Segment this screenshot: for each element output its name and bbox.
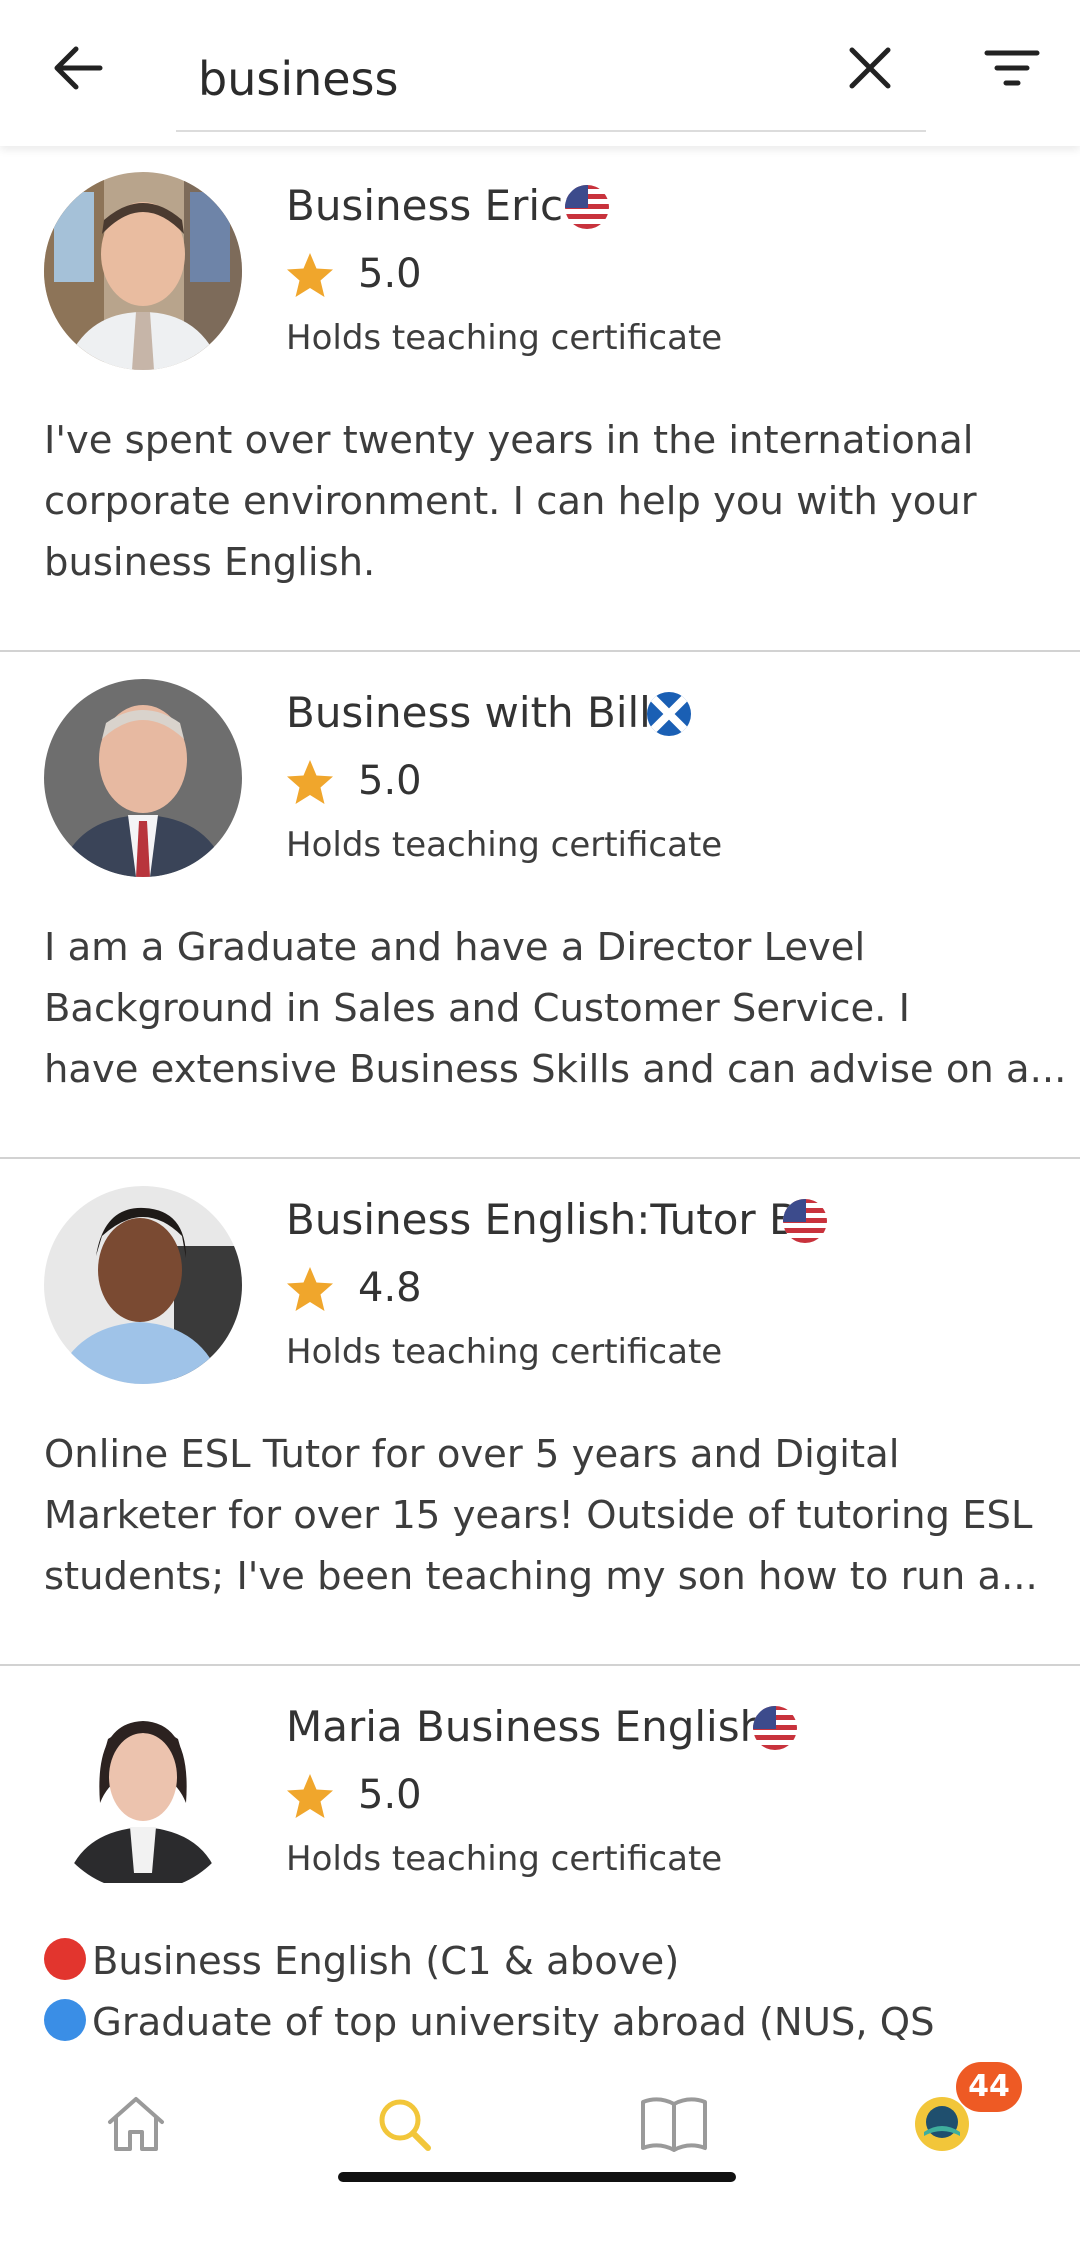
certificate-label: Holds teaching certificate	[286, 318, 723, 358]
bottom-nav: 44	[0, 2042, 1080, 2242]
us-flag-icon	[753, 1706, 797, 1750]
tutor-search-screen: Business Eric 5.0 Holds teaching certifi…	[0, 0, 1080, 2242]
tutor-card[interactable]: Business with Bill 5.0 Holds teaching ce…	[0, 653, 1080, 1159]
nav-library[interactable]	[632, 2082, 716, 2166]
arrow-left-icon	[54, 46, 103, 90]
search-field[interactable]	[176, 22, 926, 132]
bio-line: have extensive Business Skills and can a…	[44, 1047, 1067, 1092]
filter-button[interactable]	[976, 34, 1048, 102]
avatar	[44, 1186, 242, 1384]
star-icon	[287, 253, 333, 297]
us-flag-icon	[783, 1199, 827, 1243]
avatar	[44, 172, 242, 370]
scotland-flag-icon	[647, 692, 691, 736]
blue-circle-icon	[44, 1999, 86, 2041]
tutor-name: Business Eric	[286, 181, 564, 230]
tutor-bio: I am a Graduate and have a Director Leve…	[44, 917, 1067, 1100]
bio-line: Background in Sales and Customer Service…	[44, 986, 911, 1031]
rating-value: 4.8	[358, 1265, 422, 1311]
back-button[interactable]	[44, 34, 112, 102]
certificate-label: Holds teaching certificate	[286, 825, 723, 865]
home-indicator	[338, 2172, 736, 2182]
tutor-name: Maria Business English	[286, 1702, 767, 1751]
star-icon	[287, 1267, 333, 1311]
us-flag-icon	[565, 185, 609, 229]
tutor-card[interactable]: Maria Business English 5.0 Holds teachin…	[0, 1667, 1080, 2042]
bio-line: I am a Graduate and have a Director Leve…	[44, 925, 866, 970]
rating-value: 5.0	[358, 758, 422, 804]
bio-line: corporate environment. I can help you wi…	[44, 479, 977, 524]
bio-line: students; I've been teaching my son how …	[44, 1554, 1038, 1599]
book-icon	[641, 2097, 707, 2152]
filter-icon	[984, 50, 1040, 86]
bio-line: Online ESL Tutor for over 5 years and Di…	[44, 1432, 900, 1477]
bio-line: Business English (C1 & above)	[44, 1931, 1044, 1992]
avatar	[44, 679, 242, 877]
tutor-card[interactable]: Business Eric 5.0 Holds teaching certifi…	[0, 146, 1080, 652]
home-icon	[108, 2097, 164, 2151]
rating-value: 5.0	[358, 251, 422, 297]
tutor-bio: Online ESL Tutor for over 5 years and Di…	[44, 1424, 1044, 1607]
nav-search[interactable]	[362, 2082, 446, 2166]
rating-value: 5.0	[358, 1772, 422, 1818]
star-icon	[287, 760, 333, 804]
bio-line: Marketer for over 15 years! Outside of t…	[44, 1493, 1033, 1538]
close-icon	[849, 47, 891, 89]
bio-text: Graduate of top university abroad (NUS, …	[92, 2000, 935, 2042]
clear-search-button[interactable]	[836, 34, 904, 102]
certificate-label: Holds teaching certificate	[286, 1839, 723, 1879]
bio-line: business English.	[44, 540, 376, 585]
star-icon	[287, 1774, 333, 1818]
bio-text: Business English (C1 & above)	[92, 1939, 680, 1984]
tutor-bio: Business English (C1 & above) Graduate o…	[44, 1931, 1044, 2042]
bio-line: I've spent over twenty years in the inte…	[44, 418, 974, 463]
avatar	[44, 1693, 242, 1891]
tutor-bio: I've spent over twenty years in the inte…	[44, 410, 1044, 593]
tutor-name: Business English:Tutor B	[286, 1195, 798, 1244]
tutor-card[interactable]: Business English:Tutor B 4.8 Holds teach…	[0, 1160, 1080, 1666]
search-input[interactable]	[198, 48, 798, 110]
notification-badge: 44	[956, 2062, 1022, 2112]
search-header	[0, 0, 1080, 146]
red-circle-icon	[44, 1938, 86, 1980]
tutor-name: Business with Bill	[286, 688, 651, 737]
tutor-results-list[interactable]: Business Eric 5.0 Holds teaching certifi…	[0, 146, 1080, 2042]
certificate-label: Holds teaching certificate	[286, 1332, 723, 1372]
search-icon	[379, 2099, 431, 2151]
bio-line: Graduate of top university abroad (NUS, …	[44, 1992, 1044, 2042]
nav-home[interactable]	[94, 2082, 178, 2166]
